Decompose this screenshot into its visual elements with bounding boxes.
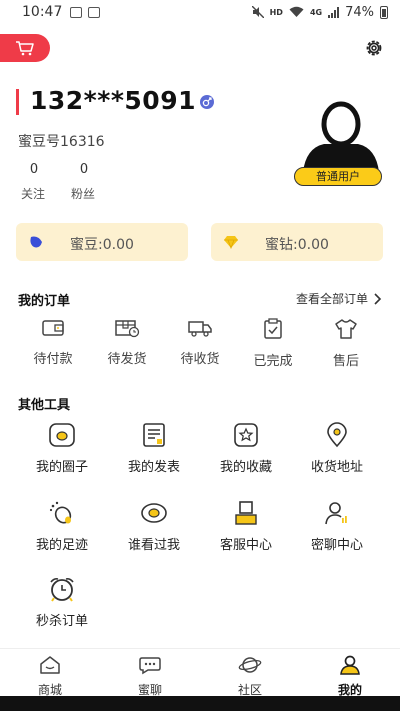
battery-percent: 74% (345, 4, 374, 20)
cart-icon (16, 41, 34, 56)
chevron-right-icon (374, 292, 382, 305)
wifi-icon (289, 6, 304, 17)
order-after-sales[interactable]: 售后 (316, 318, 376, 369)
footprint-icon (49, 501, 72, 524)
eye-icon (141, 503, 167, 523)
tool-customer-service[interactable]: 客服中心 (208, 500, 284, 553)
document-icon (143, 423, 165, 447)
system-nav-bar (0, 696, 400, 711)
tool-label: 谁看过我 (127, 538, 180, 553)
mute-icon (251, 6, 264, 18)
male-gender-icon (200, 95, 214, 109)
order-label: 售后 (332, 354, 359, 369)
tool-label: 收货地址 (310, 460, 363, 475)
tool-my-circle[interactable]: 我的圈子 (24, 422, 100, 475)
clipboard-check-icon (264, 318, 282, 339)
tool-label: 秒杀订单 (35, 614, 88, 629)
user-icon (340, 655, 360, 675)
home-icon (40, 656, 60, 674)
wallet-icon (42, 320, 64, 336)
order-label: 待收货 (180, 352, 220, 367)
circle-icon (49, 423, 75, 447)
user-id: 蜜豆号16316 (18, 134, 105, 150)
fans-count[interactable]: 0 (76, 162, 92, 177)
tool-who-viewed-me[interactable]: 谁看过我 (116, 500, 192, 553)
alarm-clock-icon (50, 578, 74, 602)
see-all-orders-link[interactable]: 查看全部订单 (296, 290, 382, 307)
fans-label[interactable]: 粉丝 (68, 185, 98, 202)
tool-my-posts[interactable]: 我的发表 (116, 422, 192, 475)
nav-chat[interactable]: 蜜聊 (120, 655, 180, 698)
tool-private-chat[interactable]: 密聊中心 (299, 500, 375, 553)
mizuan-card[interactable]: 蜜钻:0.00 (211, 223, 383, 261)
tool-shipping-address[interactable]: 收货地址 (299, 422, 375, 475)
nav-mine[interactable]: 我的 (320, 655, 380, 698)
shirt-icon (335, 319, 357, 339)
cart-button[interactable] (0, 34, 50, 62)
tool-my-footprint[interactable]: 我的足迹 (24, 500, 100, 553)
mizuan-balance: 蜜钻:0.00 (265, 237, 329, 253)
order-pending-payment[interactable]: 待付款 (23, 318, 83, 367)
notification-icon (88, 6, 101, 18)
location-pin-icon (327, 422, 347, 448)
midou-balance: 蜜豆:0.00 (70, 237, 134, 253)
settings-gear-icon[interactable] (364, 38, 384, 58)
status-time: 10:47 (22, 4, 63, 20)
tool-label: 客服中心 (219, 538, 272, 553)
following-label[interactable]: 关注 (18, 185, 48, 202)
customer-service-icon (235, 501, 257, 525)
order-pending-shipment[interactable]: 待发货 (97, 318, 157, 367)
order-label: 待发货 (107, 352, 147, 367)
gallery-icon (70, 6, 83, 18)
tool-label: 我的圈子 (35, 460, 88, 475)
chat-icon (139, 657, 161, 675)
user-avatar[interactable] (300, 100, 382, 172)
network-type: 4G (309, 7, 323, 17)
tool-label: 密聊中心 (310, 538, 363, 553)
midou-card[interactable]: 蜜豆:0.00 (16, 223, 188, 261)
battery-icon (380, 5, 388, 19)
package-clock-icon (115, 320, 140, 338)
planet-icon (238, 657, 262, 673)
orders-title: 我的订单 (18, 294, 71, 309)
network-hd: HD (269, 7, 283, 17)
private-chat-icon (325, 502, 347, 525)
user-level-badge: 普通用户 (294, 167, 382, 186)
bottom-nav: 商城 蜜聊 社区 我的 (0, 648, 400, 698)
order-pending-receipt[interactable]: 待收货 (170, 318, 230, 367)
order-label: 待付款 (33, 352, 73, 367)
order-completed[interactable]: 已完成 (243, 318, 303, 369)
nav-mall[interactable]: 商城 (20, 655, 80, 698)
profile-accent-bar (16, 89, 19, 115)
status-bar: 10:47 HD 4G 74% (0, 0, 400, 24)
tools-title: 其他工具 (18, 398, 71, 413)
tool-label: 我的足迹 (35, 538, 88, 553)
order-label: 已完成 (253, 354, 293, 369)
star-icon (234, 423, 258, 447)
see-all-orders-label: 查看全部订单 (295, 292, 368, 306)
tool-label: 我的发表 (127, 460, 180, 475)
following-count[interactable]: 0 (26, 162, 42, 177)
tool-flash-sale-orders[interactable]: 秒杀订单 (24, 576, 100, 629)
tool-label: 我的收藏 (219, 460, 272, 475)
truck-icon (188, 321, 212, 337)
nav-community[interactable]: 社区 (220, 655, 280, 698)
user-phone: 132***5091 (30, 86, 196, 115)
signal-icon (328, 6, 340, 18)
tool-my-favorites[interactable]: 我的收藏 (208, 422, 284, 475)
